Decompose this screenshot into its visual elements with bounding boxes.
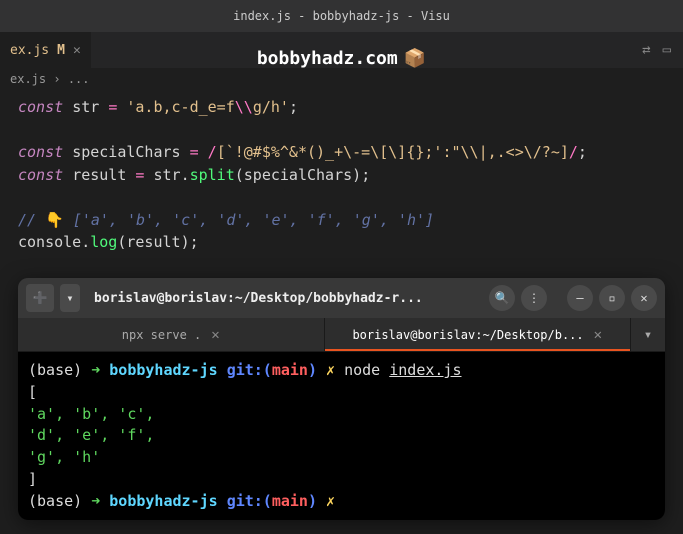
- code-line-6: // 👇 ['a', 'b', 'c', 'd', 'e', 'f', 'g',…: [18, 209, 665, 232]
- terminal-output[interactable]: (base) ➜ bobbyhadz-js git:(main) ✗ node …: [18, 352, 665, 520]
- prompt-line-1: (base) ➜ bobbyhadz-js git:(main) ✗ node …: [28, 360, 655, 382]
- plus-icon: ➕: [33, 291, 48, 305]
- code-line-1: const str = 'a.b,c-d_e=f\\g/h';: [18, 96, 665, 119]
- output-row-3: 'g', 'h': [28, 447, 655, 469]
- minimize-icon: –: [576, 291, 583, 305]
- minimize-button[interactable]: –: [567, 285, 593, 311]
- output-row-1: 'a', 'b', 'c',: [28, 404, 655, 426]
- split-editor-icon[interactable]: ▭: [663, 42, 671, 58]
- chevron-down-icon: ▾: [66, 291, 73, 305]
- maximize-button[interactable]: ▫: [599, 285, 625, 311]
- code-line-7: console.log(result);: [18, 231, 665, 254]
- editor-toolbar-right: ⇄ ▭: [642, 42, 683, 58]
- terminal-tab-bar: npx serve . ✕ borislav@borislav:~/Deskto…: [18, 318, 665, 352]
- terminal-title: borislav@borislav:~/Desktop/bobbyhadz-r.…: [86, 291, 483, 306]
- new-tab-button[interactable]: ➕: [26, 284, 54, 312]
- breadcrumb-file: ex.js: [10, 72, 46, 86]
- close-icon: ✕: [640, 291, 647, 305]
- close-button[interactable]: ✕: [631, 285, 657, 311]
- terminal-tab-close-icon[interactable]: ✕: [594, 327, 602, 343]
- terminal-tab-2[interactable]: borislav@borislav:~/Desktop/b... ✕: [325, 318, 632, 351]
- watermark-text: bobbyhadz.com: [257, 48, 398, 69]
- terminal-titlebar: ➕ ▾ borislav@borislav:~/Desktop/bobbyhad…: [18, 278, 665, 318]
- terminal-window: ➕ ▾ borislav@borislav:~/Desktop/bobbyhad…: [18, 278, 665, 520]
- terminal-tab-label: npx serve .: [122, 328, 201, 342]
- code-line-3: const specialChars = /[`!@#$%^&*()_+\-=\…: [18, 141, 665, 164]
- terminal-tab-close-icon[interactable]: ✕: [211, 327, 219, 343]
- terminal-tab-menu[interactable]: ▾: [631, 318, 665, 351]
- search-button[interactable]: 🔍: [489, 285, 515, 311]
- editor-tab-index-js[interactable]: ex.js M ✕: [0, 32, 91, 68]
- search-icon: 🔍: [495, 291, 510, 305]
- output-bracket-close: ]: [28, 469, 655, 491]
- terminal-tab-label: borislav@borislav:~/Desktop/b...: [352, 328, 583, 342]
- vscode-title-bar: index.js - bobbyhadz-js - Visu: [0, 0, 683, 32]
- tab-filename: ex.js: [10, 43, 49, 58]
- prompt-line-2: (base) ➜ bobbyhadz-js git:(main) ✗: [28, 491, 655, 513]
- tab-close-icon[interactable]: ✕: [73, 43, 81, 58]
- kebab-icon: ⋮: [528, 291, 540, 305]
- compare-changes-icon[interactable]: ⇄: [642, 42, 650, 58]
- new-tab-dropdown[interactable]: ▾: [60, 284, 80, 312]
- menu-button[interactable]: ⋮: [521, 285, 547, 311]
- output-bracket-open: [: [28, 382, 655, 404]
- tab-modified-badge: M: [57, 43, 65, 58]
- code-editor[interactable]: const str = 'a.b,c-d_e=f\\g/h'; const sp…: [0, 90, 683, 260]
- breadcrumb[interactable]: ex.js › ...: [0, 68, 683, 90]
- output-row-2: 'd', 'e', 'f',: [28, 425, 655, 447]
- chevron-down-icon: ▾: [644, 327, 652, 343]
- code-line-4: const result = str.split(specialChars);: [18, 164, 665, 187]
- maximize-icon: ▫: [608, 291, 615, 305]
- breadcrumb-dots: ...: [68, 72, 90, 86]
- terminal-tab-1[interactable]: npx serve . ✕: [18, 318, 325, 351]
- watermark: bobbyhadz.com 📦: [257, 48, 426, 69]
- cube-icon: 📦: [404, 48, 426, 69]
- window-title: index.js - bobbyhadz-js - Visu: [233, 9, 450, 23]
- breadcrumb-sep: ›: [53, 72, 60, 86]
